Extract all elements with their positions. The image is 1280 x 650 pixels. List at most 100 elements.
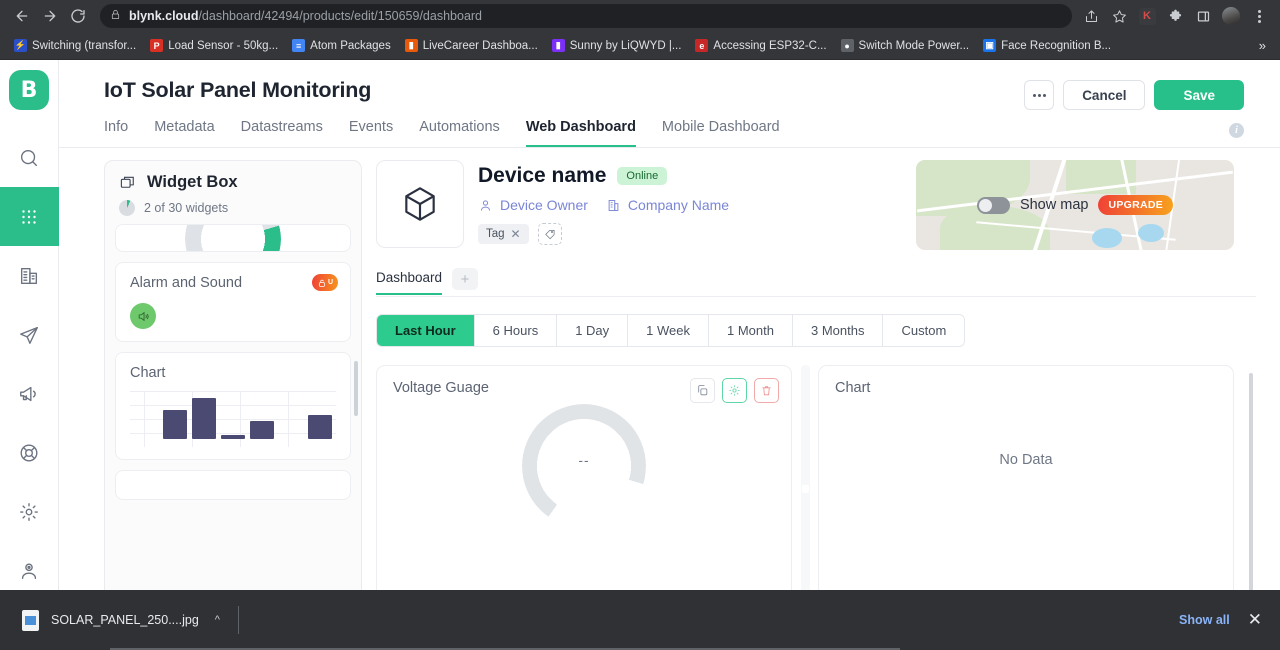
chart-bar	[308, 415, 332, 439]
bookmark-item[interactable]: ● Switch Mode Power...	[835, 36, 976, 55]
share-icon[interactable]	[1078, 3, 1104, 29]
widget-box-list[interactable]: Alarm and Sound U Chart	[105, 224, 361, 649]
bookmarks-bar: ⚡ Switching (transfor... P Load Sensor - 5…	[0, 32, 1280, 60]
tab-datastreams[interactable]: Datastreams	[241, 119, 323, 147]
widget-card-gauge-partial[interactable]	[115, 224, 351, 252]
sidebar-item-products[interactable]	[0, 187, 59, 246]
bookmark-item[interactable]: ▮ LiveCareer Dashboa...	[399, 36, 544, 55]
range-1-week[interactable]: 1 Week	[628, 315, 710, 346]
add-dashboard-button[interactable]: +	[452, 268, 479, 290]
range-1-month[interactable]: 1 Month	[709, 315, 793, 346]
widget-card-label: Alarm and Sound	[130, 275, 243, 291]
show-all-downloads-button[interactable]: Show all	[1179, 613, 1230, 627]
delete-widget-button[interactable]	[754, 378, 779, 403]
lifebuoy-support-icon	[20, 444, 38, 461]
lock-icon	[110, 7, 121, 25]
forward-arrow-icon[interactable]	[36, 2, 64, 30]
widget-box-title-row: Widget Box	[119, 173, 347, 192]
info-icon[interactable]: i	[1229, 123, 1244, 138]
device-summary: Device name Online Device Owner Company …	[376, 160, 1256, 250]
extensions-puzzle-icon[interactable]	[1162, 3, 1188, 29]
bookmark-label: Switch Mode Power...	[858, 39, 970, 52]
side-panel-icon[interactable]	[1190, 3, 1216, 29]
widget-box-scrollbar[interactable]	[354, 361, 358, 416]
range-3-months[interactable]: 3 Months	[793, 315, 884, 346]
bookmark-item[interactable]: ⚡ Switching (transfor...	[8, 36, 142, 55]
blynk-logo[interactable]: B	[9, 70, 49, 110]
time-range-selector: Last Hour 6 Hours 1 Day 1 Week 1 Month 3…	[376, 314, 966, 347]
bookmark-item[interactable]: ▣ Face Recognition B...	[977, 36, 1117, 55]
device-name-row: Device name Online	[478, 164, 902, 188]
widget-settings-button[interactable]	[722, 378, 747, 403]
bookmark-item[interactable]: e Accessing ESP32-C...	[689, 36, 832, 55]
megaphone-icon	[20, 386, 36, 401]
page-header: IoT Solar Panel Monitoring Cancel Save	[59, 60, 1280, 110]
show-map-toggle[interactable]	[976, 196, 1010, 214]
tab-automations[interactable]: Automations	[419, 119, 500, 147]
upgrade-button[interactable]: UPGRADE	[1098, 195, 1174, 215]
chart-bar	[221, 435, 245, 439]
bookmark-favicon: ●	[840, 39, 854, 52]
reload-icon[interactable]	[64, 2, 92, 30]
widget-count-label: 2 of 30 widgets	[144, 201, 229, 215]
bookmark-favicon: ▮	[551, 39, 565, 52]
organizations-building-icon	[20, 267, 38, 284]
bookmark-item[interactable]: P Load Sensor - 50kg...	[144, 36, 284, 55]
sidebar-item-organizations[interactable]	[0, 246, 59, 305]
profile-avatar-icon[interactable]	[1218, 3, 1244, 29]
range-last-hour[interactable]: Last Hour	[377, 315, 475, 346]
company-link[interactable]: Company Name	[606, 197, 729, 213]
dashboard-canvas: Device name Online Device Owner Company …	[376, 160, 1256, 650]
tab-mobile-dashboard[interactable]: Mobile Dashboard	[662, 119, 780, 147]
gauge-visual: --	[377, 404, 791, 528]
tab-dashboard[interactable]: Dashboard	[376, 270, 443, 295]
range-1-day[interactable]: 1 Day	[557, 315, 629, 346]
app-container: B IoT Solar Panel Monitoring Cancel Save…	[0, 60, 1280, 650]
user-icon	[480, 199, 491, 211]
sidebar-item-announcements[interactable]	[0, 364, 59, 423]
tab-web-dashboard[interactable]: Web Dashboard	[525, 119, 636, 147]
company-label: Company Name	[627, 197, 730, 213]
sidebar-item-send[interactable]	[0, 305, 59, 364]
chevron-up-icon[interactable]: ^	[215, 614, 220, 626]
range-6-hours[interactable]: 6 Hours	[474, 315, 558, 346]
device-owner-link[interactable]: Device Owner	[478, 197, 588, 213]
gauge-value: --	[578, 452, 590, 468]
widget-card-alarm-and-sound[interactable]: Alarm and Sound U	[115, 262, 351, 342]
bookmark-favicon: ⚡	[14, 39, 27, 52]
building-icon	[608, 199, 619, 211]
add-tag-button[interactable]	[537, 223, 562, 245]
chart-bar	[192, 398, 216, 439]
download-item[interactable]: SOLAR_PANEL_250....jpg ^	[12, 604, 230, 637]
bookmarks-overflow-button[interactable]: »	[1253, 38, 1272, 53]
star-icon[interactable]	[1106, 3, 1132, 29]
widget-card-label: Chart	[130, 365, 166, 381]
lock-upgrade-badge[interactable]: U	[312, 274, 338, 291]
tag-chip[interactable]: Tag ✕	[478, 224, 529, 244]
widget-action-buttons	[690, 378, 779, 403]
sidebar-item-support[interactable]	[0, 423, 59, 482]
close-icon[interactable]: ✕	[1248, 610, 1262, 630]
back-arrow-icon[interactable]	[8, 2, 36, 30]
close-icon[interactable]: ✕	[511, 227, 521, 241]
tab-events[interactable]: Events	[349, 119, 393, 147]
tag-row: Tag ✕	[478, 223, 902, 245]
tab-metadata[interactable]: Metadata	[154, 119, 214, 147]
range-custom[interactable]: Custom	[883, 315, 965, 346]
sidebar-item-settings[interactable]	[0, 482, 59, 541]
address-bar[interactable]: blynk.cloud/dashboard/42494/products/edi…	[100, 4, 1072, 28]
extension-k-icon[interactable]: K	[1134, 3, 1160, 29]
widget-card-chart[interactable]: Chart	[115, 352, 351, 460]
cube-icon	[405, 187, 435, 221]
tab-info[interactable]: Info	[104, 119, 128, 147]
chrome-menu-icon[interactable]	[1246, 3, 1272, 29]
widget-card-next-partial[interactable]	[115, 470, 351, 500]
device-thumbnail[interactable]	[376, 160, 464, 248]
sidebar-item-search[interactable]	[0, 128, 59, 187]
clone-widget-button[interactable]	[690, 378, 715, 403]
bookmark-item[interactable]: ▮ Sunny by LiQWYD |...	[546, 36, 688, 55]
map-overlay: Show map UPGRADE	[916, 160, 1234, 250]
device-map-card[interactable]: Show map UPGRADE	[916, 160, 1234, 250]
bookmark-item[interactable]: ≡ Atom Packages	[286, 36, 397, 55]
toolbar-icons: K	[1078, 3, 1272, 29]
